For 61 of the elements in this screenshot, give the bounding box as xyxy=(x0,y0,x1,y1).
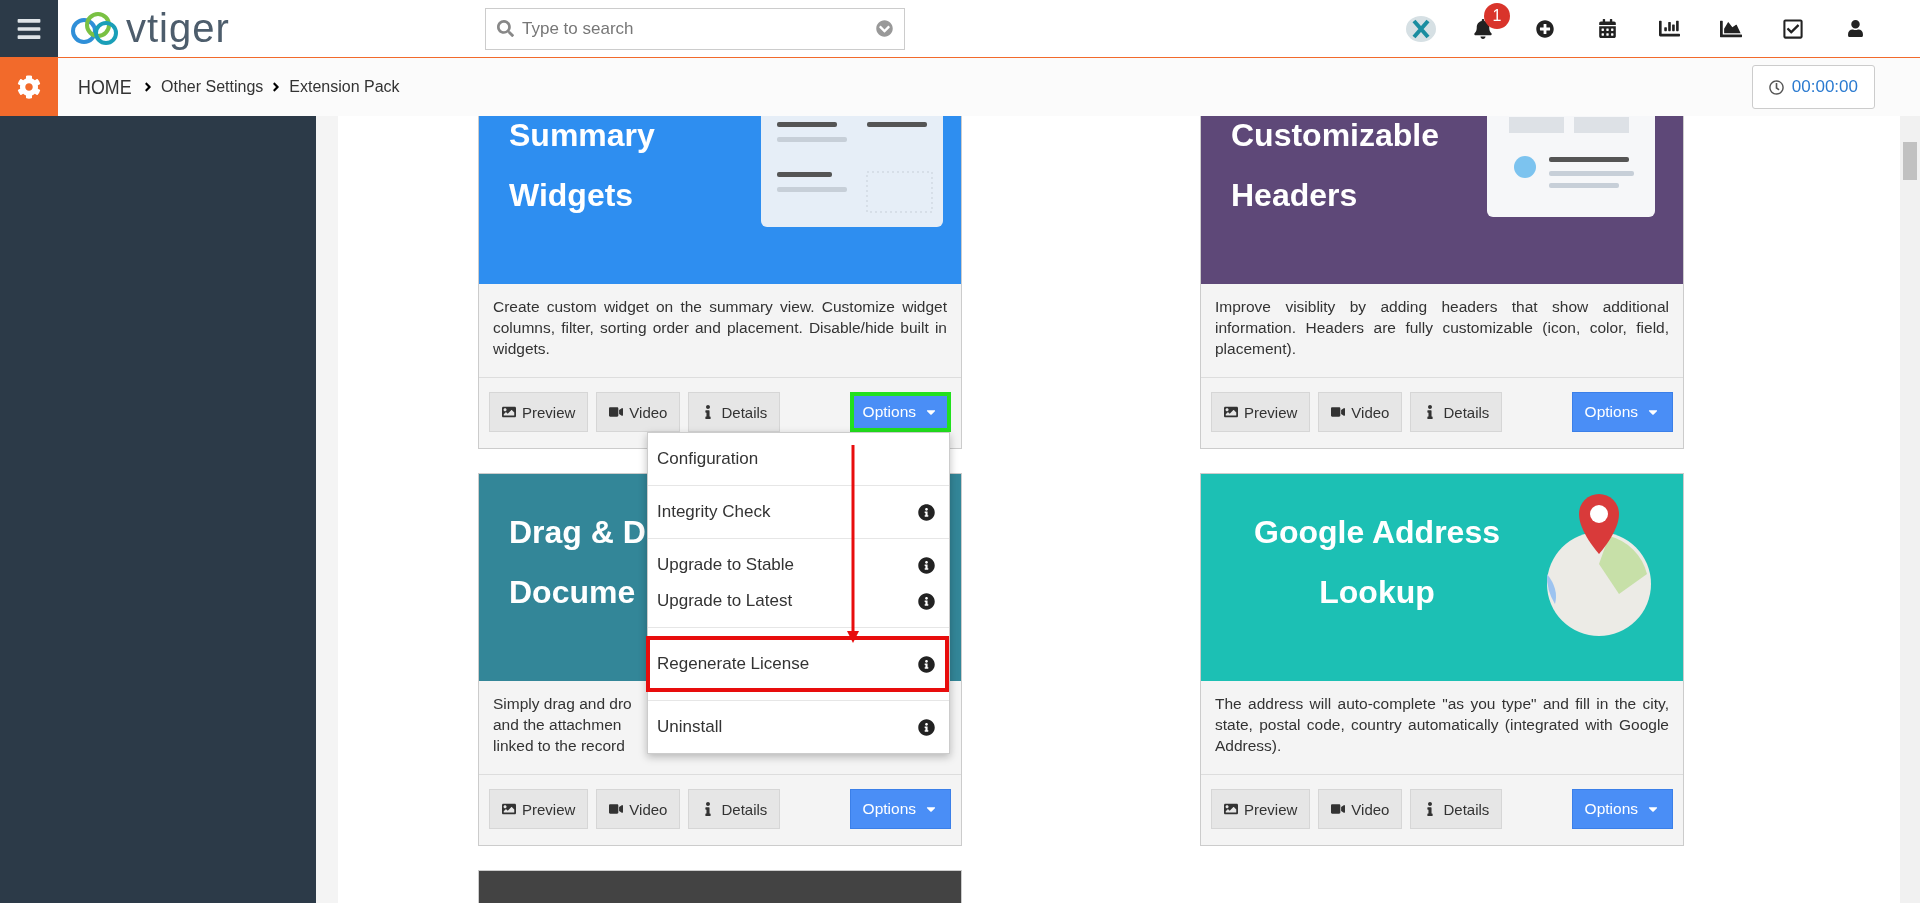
details-button[interactable]: Details xyxy=(1410,789,1503,829)
video-camera-icon xyxy=(609,802,624,816)
search-field[interactable]: Type to search xyxy=(485,7,905,50)
card-description: The address will auto-complete "as you type" and fill in the city, state, postal code, country automatically (integrated with Google Address). xyxy=(1201,681,1683,775)
banner-title: Google Address xyxy=(1253,513,1501,552)
user-icon[interactable] xyxy=(1846,20,1864,37)
banner-title: Lookup xyxy=(1318,573,1436,612)
add-icon[interactable] xyxy=(1536,19,1554,38)
card-description: Create custom widget on the summary view. Customize widget columns, filter, sorting order and placement. Disable/hide built in widgets. xyxy=(479,284,961,378)
banner-title: Headers xyxy=(1231,176,1359,215)
notification-badge: 1 xyxy=(1484,2,1510,29)
image-icon xyxy=(1224,802,1238,816)
preview-button[interactable]: Preview xyxy=(489,789,589,829)
preview-button[interactable]: Preview xyxy=(1211,789,1311,829)
details-button[interactable]: Details xyxy=(688,789,781,829)
description-line: linked to the record xyxy=(493,736,625,756)
image-icon xyxy=(1224,405,1238,419)
banner-title: Docume xyxy=(509,573,637,612)
preview-button[interactable]: Preview xyxy=(489,392,589,432)
video-button[interactable]: Video xyxy=(596,789,681,829)
description-line: Simply drag and dro xyxy=(493,694,632,714)
notification-bell-icon[interactable] xyxy=(1473,18,1493,39)
video-camera-icon xyxy=(1331,405,1346,419)
menu-button[interactable] xyxy=(0,0,58,57)
banner-title: Customizable xyxy=(1231,116,1440,155)
breadcrumb-link[interactable]: HOME xyxy=(78,75,132,99)
breadcrumb-link[interactable]: Other Settings xyxy=(161,78,264,96)
menu-item[interactable]: Regenerate License xyxy=(646,636,949,692)
description-line: and the attachmen xyxy=(493,715,622,735)
preview-button[interactable]: Preview xyxy=(1211,392,1311,432)
calendar-icon[interactable] xyxy=(1597,19,1617,38)
settings-icon xyxy=(17,75,41,99)
banner-title: Summary xyxy=(509,116,655,155)
logo-text: vtiger xyxy=(126,6,230,51)
image-icon xyxy=(502,802,516,816)
details-button[interactable]: Details xyxy=(1410,392,1503,432)
menu-item[interactable]: Configuration xyxy=(648,441,949,477)
card-description: Improve visiblity by adding headers that show additional information. Headers are fully customizable (icon, color, field, placement). xyxy=(1201,284,1683,378)
chevron-down-icon[interactable] xyxy=(876,19,893,37)
timer-button[interactable]: 00:00:00 xyxy=(1751,65,1875,109)
image-icon xyxy=(502,405,516,419)
scrollbar-thumb[interactable] xyxy=(1903,142,1917,180)
details-button[interactable]: Details xyxy=(688,392,781,432)
banner-title: Widgets xyxy=(509,176,635,215)
search-icon xyxy=(497,19,514,37)
menu-item[interactable]: Integrity Check xyxy=(648,494,949,530)
menu-item[interactable]: Upgrade to Stable xyxy=(648,547,949,583)
menu-item[interactable]: Uninstall xyxy=(648,709,949,745)
banner-title: Drag & D xyxy=(509,513,646,552)
video-camera-icon xyxy=(1331,802,1346,816)
x-logo-icon[interactable] xyxy=(1406,15,1436,42)
task-checkbox-icon[interactable] xyxy=(1782,17,1804,40)
video-button[interactable]: Video xyxy=(1318,392,1403,432)
cloud-logo-icon xyxy=(68,10,120,47)
clock-icon xyxy=(1768,79,1784,95)
menu-item[interactable]: Upgrade to Latest xyxy=(648,583,949,619)
bar-chart-icon[interactable] xyxy=(1658,18,1680,39)
video-button[interactable]: Video xyxy=(1318,789,1403,829)
video-button[interactable]: Video xyxy=(596,392,681,432)
breadcrumb-link[interactable]: Extension Pack xyxy=(289,78,400,96)
video-camera-icon xyxy=(609,405,624,419)
